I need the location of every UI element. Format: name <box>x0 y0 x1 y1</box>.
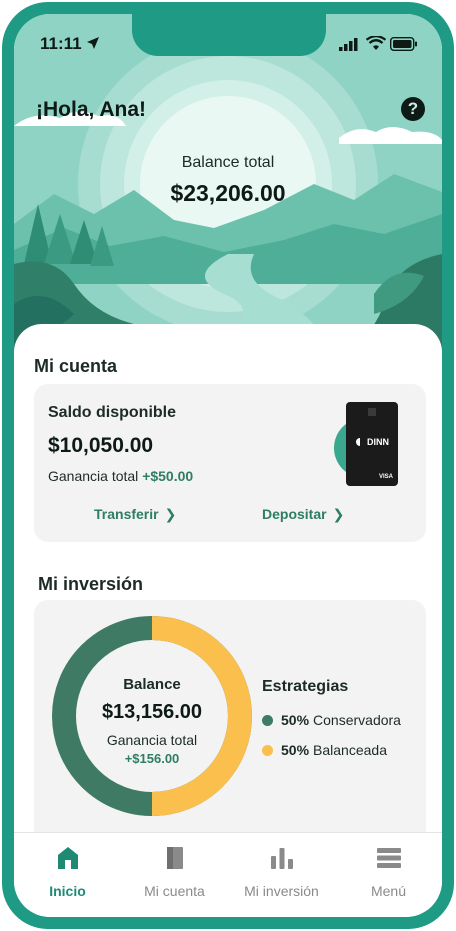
debit-card-image: DINN VISA <box>334 400 414 495</box>
total-balance: Balance total $23,206.00 <box>128 154 328 207</box>
content-panel: Mi cuenta Saldo disponible $10,050.00 Ga… <box>14 324 442 850</box>
app-screen: 11:11 ¡Hola, Ana! ? Balance total $23,20… <box>14 14 442 917</box>
status-bar: 11:11 <box>14 14 442 66</box>
legend-item-balanceada: 50% Balanceada <box>262 742 387 758</box>
investment-card[interactable]: Balance $13,156.00 Ganancia total +$156.… <box>34 600 426 850</box>
legend-name: Conservadora <box>313 712 401 728</box>
bottom-tab-bar: Inicio Mi cuenta Mi inversión Menú <box>14 832 442 917</box>
legend-dot <box>262 714 273 726</box>
investment-balance-value: $13,156.00 <box>101 701 203 723</box>
investment-gain-label: Ganancia total <box>106 732 198 748</box>
tab-mi-inversion[interactable]: Mi inversión <box>228 843 335 899</box>
strategies-title: Estrategias <box>262 678 349 695</box>
card-network: VISA <box>379 474 394 480</box>
tab-label: Inicio <box>49 883 86 899</box>
investment-balance-label: Balance <box>123 676 181 693</box>
account-gain-value: +$50.00 <box>142 468 194 484</box>
battery-icon <box>390 37 417 51</box>
tab-label: Mi cuenta <box>144 883 205 899</box>
chevron-right-icon: ❯ <box>332 506 345 522</box>
phone-frame: 11:11 ¡Hola, Ana! ? Balance total $23,20… <box>2 2 454 929</box>
transfer-button[interactable]: Transferir ❯ <box>94 506 176 523</box>
donut-center: Balance $13,156.00 Ganancia total +$156.… <box>72 676 232 766</box>
location-arrow-icon <box>87 37 99 49</box>
greeting-text: ¡Hola, Ana! <box>36 98 147 121</box>
legend-percent: 50% <box>281 742 310 758</box>
account-section-title: Mi cuenta <box>34 356 118 376</box>
account-gain-label: Ganancia total <box>48 468 139 484</box>
tab-label: Mi inversión <box>244 883 319 899</box>
account-card[interactable]: Saldo disponible $10,050.00 Ganancia tot… <box>34 384 426 542</box>
account-gain: Ganancia total +$50.00 <box>48 468 193 484</box>
deposit-label: Depositar <box>262 506 327 522</box>
saldo-label: Saldo disponible <box>48 404 177 421</box>
legend-dot <box>262 744 273 756</box>
investment-gain-value: +$156.00 <box>124 751 180 766</box>
wallet-icon <box>166 847 183 869</box>
transfer-label: Transferir <box>94 506 159 522</box>
status-time: 11:11 <box>40 34 82 53</box>
card-brand: DINN <box>367 437 389 447</box>
menu-icon <box>376 848 401 868</box>
tab-menu[interactable]: Menú <box>335 843 442 899</box>
legend-name: Balanceada <box>313 742 387 758</box>
legend-percent: 50% <box>281 712 310 728</box>
bar-chart-icon <box>270 848 293 869</box>
tab-label: Menú <box>370 883 407 899</box>
investment-section-title: Mi inversión <box>38 574 144 594</box>
deposit-button[interactable]: Depositar ❯ <box>262 506 344 523</box>
total-balance-value: $23,206.00 <box>170 180 286 206</box>
tab-inicio[interactable]: Inicio <box>14 843 121 899</box>
cell-signal-icon <box>339 38 358 51</box>
total-balance-label: Balance total <box>181 154 275 171</box>
chevron-right-icon: ❯ <box>164 506 177 522</box>
tab-mi-cuenta[interactable]: Mi cuenta <box>121 843 228 899</box>
wifi-icon <box>366 36 386 50</box>
help-icon[interactable]: ? <box>401 97 425 121</box>
saldo-value: $10,050.00 <box>48 434 154 457</box>
legend-item-conservadora: 50% Conservadora <box>262 712 401 728</box>
home-icon <box>57 847 78 869</box>
